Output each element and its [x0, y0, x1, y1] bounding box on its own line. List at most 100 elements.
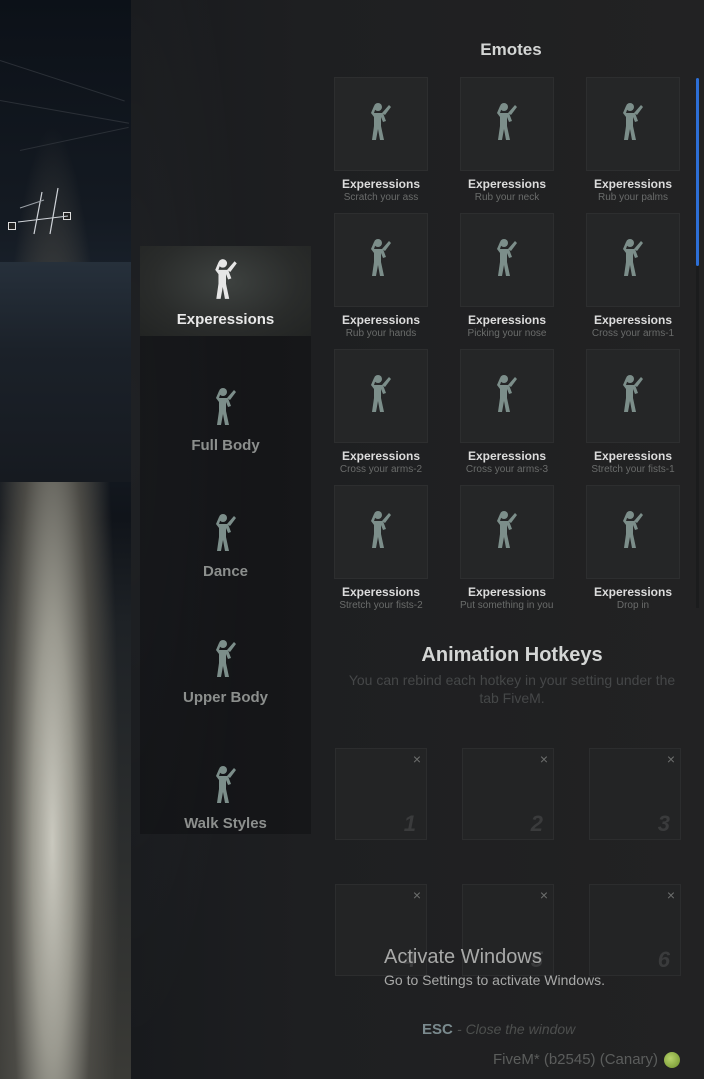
hotkey-slot[interactable]: × 3 — [589, 748, 681, 840]
emote-description: Put something in your — [460, 600, 554, 611]
fivem-logo-icon — [664, 1051, 681, 1068]
emote-description: Drop in — [616, 600, 650, 611]
person-figure-icon — [369, 510, 393, 555]
emote-card[interactable]: Experessions Drop in — [586, 485, 680, 613]
hotkey-slot[interactable]: × 1 — [335, 748, 427, 840]
emote-preview — [334, 77, 428, 171]
emote-card[interactable]: Experessions Cross your arms-1 — [586, 213, 680, 341]
emote-preview — [334, 349, 428, 443]
esc-key-label: ESC — [422, 1021, 453, 1038]
emote-name: Experessions — [341, 585, 421, 599]
category-sidebar: Experessions Full Body Dance Upper Body Walk… — [140, 246, 311, 834]
esc-hint-text: - Close the window — [457, 1021, 576, 1037]
person-figure-icon — [369, 102, 393, 147]
emote-card[interactable]: Experessions Scratch your ass — [334, 77, 428, 205]
antenna-structure — [17, 187, 69, 235]
emote-description: Rub your hands — [345, 328, 417, 339]
emote-card[interactable]: Experessions Picking your nose — [460, 213, 554, 341]
category-tab-dance[interactable]: Dance — [140, 498, 311, 588]
emote-name: Experessions — [467, 449, 547, 463]
person-figure-icon — [495, 510, 519, 555]
emote-preview — [334, 213, 428, 307]
person-figure-icon — [369, 374, 393, 419]
emote-card[interactable]: Experessions Put something in your — [460, 485, 554, 613]
emote-preview — [586, 213, 680, 307]
emote-card[interactable]: Experessions Cross your arms-2 — [334, 349, 428, 477]
emote-card[interactable]: Experessions Stretch your fists-2 — [334, 485, 428, 613]
emote-scrollbar-thumb[interactable] — [696, 78, 699, 266]
hotkey-number: 2 — [530, 811, 543, 836]
category-label: Experessions — [176, 311, 275, 328]
category-label: Walk Styles — [184, 815, 267, 832]
emote-preview — [586, 485, 680, 579]
category-label: Dance — [202, 563, 249, 580]
emote-description: Rub your palms — [597, 192, 669, 203]
emote-name: Experessions — [467, 585, 547, 599]
fivem-version-text: FiveM* (b2545) (Canary) — [493, 1051, 659, 1068]
emote-name: Experessions — [341, 177, 421, 191]
person-figure-icon — [621, 238, 645, 283]
watermark-line-1: Activate Windows — [384, 946, 542, 968]
windows-activation-watermark: Activate Windows Go to Settings to activ… — [384, 946, 605, 988]
category-tab-experessions[interactable]: Experessions — [140, 246, 311, 336]
category-label: Upper Body — [182, 689, 268, 706]
hotkey-number: 1 — [403, 811, 416, 836]
person-figure-icon — [621, 102, 645, 147]
category-tab-walk-styles[interactable]: Walk Styles — [140, 750, 311, 840]
close-icon[interactable]: × — [667, 887, 675, 903]
close-icon[interactable]: × — [413, 887, 421, 903]
person-figure-icon — [621, 510, 645, 555]
person-figure-icon — [621, 374, 645, 419]
person-figure-icon — [214, 387, 238, 437]
fivem-client-label: FiveM* (b2545) (Canary) — [493, 1051, 681, 1068]
emote-card[interactable]: Experessions Cross your arms-3 — [460, 349, 554, 477]
emote-name: Experessions — [593, 177, 673, 191]
power-line — [19, 126, 129, 151]
power-line — [0, 100, 130, 124]
emote-description: Scratch your ass — [343, 192, 419, 203]
category-label: Full Body — [191, 437, 260, 454]
hotkeys-subtitle: You can rebind each hotkey in your setti… — [348, 672, 676, 706]
emote-card[interactable]: Experessions Rub your palms — [586, 77, 680, 205]
person-figure-icon — [495, 102, 519, 147]
emotes-title: Emotes — [480, 40, 542, 59]
emote-card[interactable]: Experessions Rub your hands — [334, 213, 428, 341]
emote-name: Experessions — [467, 313, 547, 327]
background-building — [0, 262, 131, 482]
hotkey-slot[interactable]: × 2 — [462, 748, 554, 840]
emote-preview — [460, 485, 554, 579]
emote-description: Rub your neck — [474, 192, 540, 203]
close-icon[interactable]: × — [540, 887, 548, 903]
emote-preview — [460, 213, 554, 307]
emote-description: Cross your arms-3 — [465, 464, 549, 475]
person-figure-icon — [214, 639, 238, 689]
emote-preview — [586, 77, 680, 171]
person-figure-icon — [214, 513, 238, 563]
person-figure-icon — [495, 238, 519, 283]
close-icon[interactable]: × — [540, 751, 548, 767]
person-figure-icon — [214, 765, 238, 815]
emote-card[interactable]: Experessions Rub your neck — [460, 77, 554, 205]
person-figure-icon — [369, 238, 393, 283]
hotkeys-title: Animation Hotkeys — [421, 644, 603, 666]
emote-preview — [460, 349, 554, 443]
emote-description: Cross your arms-1 — [591, 328, 675, 339]
category-tab-upper-body[interactable]: Upper Body — [140, 624, 311, 714]
watermark-line-2: Go to Settings to activate Windows. — [384, 972, 605, 988]
category-tab-full-body[interactable]: Full Body — [140, 372, 311, 462]
emote-preview — [334, 485, 428, 579]
person-figure-icon — [495, 374, 519, 419]
person-figure-icon — [213, 258, 239, 311]
emote-card[interactable]: Experessions Stretch your fists-1 — [586, 349, 680, 477]
emote-description: Cross your arms-2 — [339, 464, 423, 475]
emote-name: Experessions — [341, 449, 421, 463]
emote-description: Picking your nose — [467, 328, 547, 339]
hotkey-number: 3 — [657, 811, 670, 836]
emote-name: Experessions — [341, 313, 421, 327]
game-world-backdrop — [0, 0, 131, 1079]
emote-name: Experessions — [593, 313, 673, 327]
hotkey-number: 6 — [657, 947, 670, 972]
emote-name: Experessions — [593, 585, 673, 599]
close-icon[interactable]: × — [413, 751, 421, 767]
close-icon[interactable]: × — [667, 751, 675, 767]
